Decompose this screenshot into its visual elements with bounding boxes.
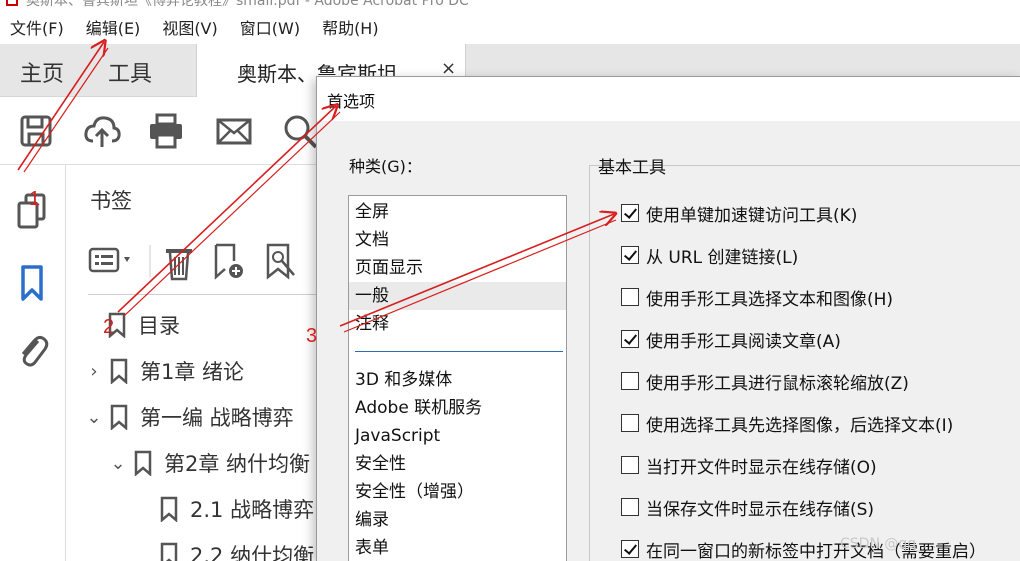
categories-label: 种类(G)： xyxy=(349,157,422,176)
menu-edit[interactable]: 编辑(E) xyxy=(86,15,141,39)
option-create-links-from-urls[interactable]: 从 URL 创建链接(L) xyxy=(621,242,798,268)
checkbox[interactable] xyxy=(621,540,639,558)
menu-file[interactable]: 文件(F) xyxy=(10,15,64,39)
category-item[interactable]: Adobe 联机服务 xyxy=(354,394,564,422)
category-item[interactable]: 安全性（增强） xyxy=(354,478,564,506)
menu-bar: 文件(F) 编辑(E) 视图(V) 窗口(W) 帮助(H) xyxy=(0,10,1020,44)
option-label: 使用单键加速键访问工具(K) xyxy=(646,205,858,226)
option-label: 当保存文件时显示在线存储(S) xyxy=(646,499,875,520)
menu-view[interactable]: 视图(V) xyxy=(162,15,217,39)
checkbox[interactable] xyxy=(621,288,639,306)
bookmark-icon xyxy=(160,496,178,522)
step-number-3: 3 xyxy=(306,325,318,347)
search-icon[interactable] xyxy=(280,111,320,151)
category-item[interactable]: 编录 xyxy=(354,506,564,534)
option-label: 使用手形工具选择文本和图像(H) xyxy=(646,289,894,310)
bookmark-label: 第一编 战略博弈 xyxy=(140,406,294,430)
checkbox[interactable] xyxy=(621,456,639,474)
bookmark-item[interactable]: 2.2 纳什均衡 xyxy=(160,535,314,561)
menu-help[interactable]: 帮助(H) xyxy=(322,15,379,39)
bookmark-item[interactable]: 2.1 战略博弈 xyxy=(160,489,314,529)
tab-home[interactable]: 主页 xyxy=(20,56,64,88)
attachment-icon[interactable] xyxy=(14,331,50,371)
menu-window[interactable]: 窗口(W) xyxy=(240,15,300,39)
category-item[interactable]: 全屏 xyxy=(354,198,564,226)
checkbox[interactable] xyxy=(621,330,639,348)
bookmark-label: 目录 xyxy=(138,314,180,338)
bookmark-item[interactable]: ⌄ 第一编 战略博弈 xyxy=(84,397,294,437)
basic-tools-title: 基本工具 xyxy=(598,158,666,178)
categories-list[interactable]: 全屏 文档 页面显示 一般 注释 3D 和多媒体 Adobe 联机服务 Java… xyxy=(348,195,567,561)
bookmarks-panel: 书签 目录 › 第1章 绪论 ⌄ 第一编 战略博弈 ⌄ 第2章 纳什均衡 2.1… xyxy=(66,165,328,561)
bookmark-icon[interactable] xyxy=(14,263,50,303)
chevron-right-icon[interactable]: › xyxy=(84,361,104,382)
bookmark-item[interactable]: ⌄ 第2章 纳什均衡 xyxy=(108,443,310,483)
category-item[interactable]: JavaScript xyxy=(354,422,564,450)
watermark: CSDN @qq_... xyxy=(840,536,937,552)
checkbox[interactable] xyxy=(621,246,639,264)
option-show-online-storage-save[interactable]: 当保存文件时显示在线存储(S) xyxy=(621,494,874,520)
window-titlebar: 奥斯本、鲁宾斯坦《博弈论教程》small.pdf - Adobe Acrobat… xyxy=(0,0,1020,9)
bookmarks-divider xyxy=(88,294,328,295)
option-single-key-accelerators[interactable]: 使用单键加速键访问工具(K) xyxy=(621,200,857,226)
cloud-upload-icon[interactable] xyxy=(82,111,122,151)
options-menu-icon[interactable] xyxy=(88,247,130,273)
bookmark-icon xyxy=(160,542,178,561)
save-icon[interactable] xyxy=(16,111,56,151)
tab-tools[interactable]: 工具 xyxy=(108,56,152,88)
category-item[interactable]: 注释 xyxy=(354,310,564,338)
checkbox[interactable] xyxy=(621,204,639,222)
bookmark-from-selection-icon[interactable] xyxy=(266,243,295,280)
preferences-dialog: 首选项 种类(G)： 全屏 文档 页面显示 一般 注释 3D 和多媒体 Adob… xyxy=(316,76,1020,561)
chevron-down-icon[interactable]: ⌄ xyxy=(108,453,128,474)
bookmark-label: 2.1 战略博弈 xyxy=(190,498,315,522)
bookmark-icon xyxy=(110,358,128,384)
category-item[interactable]: 文档 xyxy=(354,226,564,254)
checkbox[interactable] xyxy=(621,498,639,516)
bookmarks-title: 书签 xyxy=(90,189,132,213)
option-show-online-storage-open[interactable]: 当打开文件时显示在线存储(O) xyxy=(621,452,877,478)
option-label: 使用选择工具先选择图像，后选择文本(I) xyxy=(646,415,954,436)
bookmark-label: 第2章 纳什均衡 xyxy=(164,452,311,476)
category-item[interactable]: 3D 和多媒体 xyxy=(354,366,564,394)
chevron-down-icon[interactable]: ⌄ xyxy=(84,407,104,428)
option-hand-tool-wheel-zoom[interactable]: 使用手形工具进行鼠标滚轮缩放(Z) xyxy=(621,368,909,394)
option-label: 使用手形工具进行鼠标滚轮缩放(Z) xyxy=(646,373,909,394)
option-label: 从 URL 创建链接(L) xyxy=(646,247,799,268)
bookmark-label: 第1章 绪论 xyxy=(140,360,245,384)
bookmark-icon xyxy=(134,450,152,476)
bookmark-item[interactable]: › 第1章 绪论 xyxy=(84,351,244,391)
option-hand-tool-select-text[interactable]: 使用手形工具选择文本和图像(H) xyxy=(621,284,893,310)
step-number-2: 2 xyxy=(103,316,115,338)
step-number-1: 1 xyxy=(29,188,41,210)
option-label: 当打开文件时显示在线存储(O) xyxy=(646,457,877,478)
bookmark-label: 2.2 纳什均衡 xyxy=(190,544,315,561)
new-bookmark-icon[interactable] xyxy=(214,243,243,280)
checkbox[interactable] xyxy=(621,372,639,390)
category-item[interactable]: 安全性 xyxy=(354,450,564,478)
category-separator xyxy=(355,351,563,352)
bookmark-toolbar xyxy=(88,243,295,281)
option-label: 使用手形工具阅读文章(A) xyxy=(646,331,841,352)
navigation-rail xyxy=(0,165,66,561)
bookmark-item[interactable]: 目录 xyxy=(108,305,180,345)
option-select-images-first[interactable]: 使用选择工具先选择图像，后选择文本(I) xyxy=(621,410,953,436)
category-item-selected[interactable]: 一般 xyxy=(349,282,566,310)
option-hand-tool-read-articles[interactable]: 使用手形工具阅读文章(A) xyxy=(621,326,841,352)
delete-icon[interactable] xyxy=(166,249,192,281)
category-item[interactable]: 表单 xyxy=(354,534,564,561)
dialog-titlebar[interactable]: 首选项 xyxy=(317,77,1020,121)
checkbox[interactable] xyxy=(621,414,639,432)
bookmark-icon xyxy=(110,404,128,430)
category-item[interactable]: 页面显示 xyxy=(354,254,564,282)
dialog-title: 首选项 xyxy=(327,92,376,111)
acrobat-app-icon xyxy=(6,0,18,6)
email-icon[interactable] xyxy=(214,111,254,151)
window-title: 奥斯本、鲁宾斯坦《博弈论教程》small.pdf - Adobe Acrobat… xyxy=(26,0,469,9)
print-icon[interactable] xyxy=(146,111,186,151)
